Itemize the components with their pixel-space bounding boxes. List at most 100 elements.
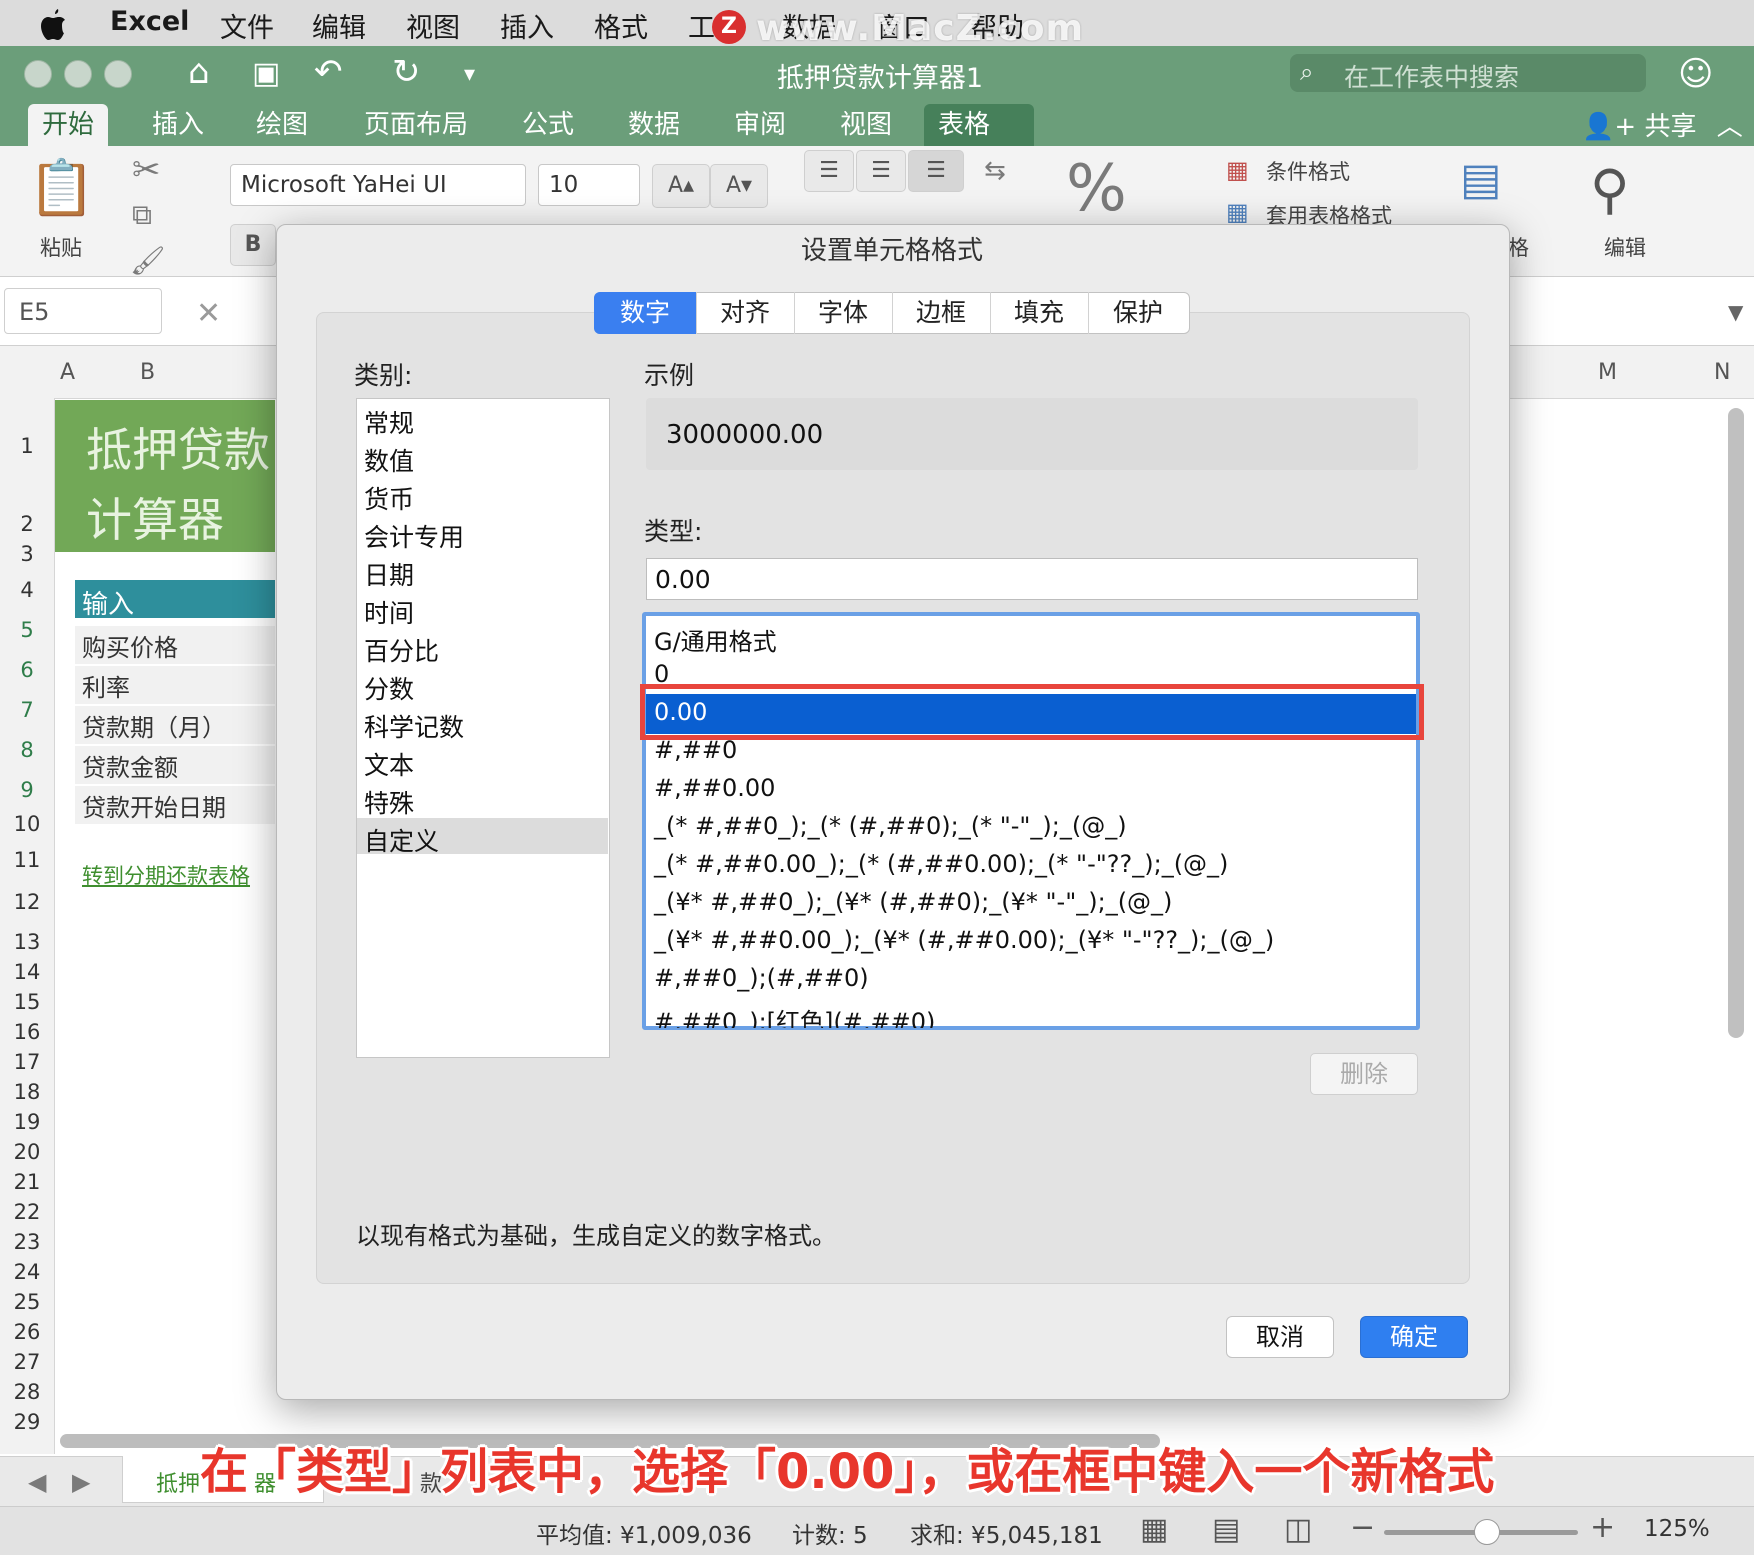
redo-icon[interactable]: ↻ xyxy=(392,52,421,92)
normal-view-icon[interactable]: ▦ xyxy=(1140,1512,1168,1547)
row-header[interactable]: 17 xyxy=(0,1050,54,1074)
amortization-link[interactable]: 转到分期还款表格 xyxy=(82,860,250,890)
undo-icon[interactable]: ↶ xyxy=(314,52,343,92)
row-header[interactable]: 6 xyxy=(0,658,54,682)
delete-button[interactable]: 删除 xyxy=(1310,1053,1418,1095)
feedback-smiley-icon[interactable]: ☺ xyxy=(1678,54,1713,94)
tab-insert[interactable]: 插入 xyxy=(138,104,218,146)
category-item[interactable]: 日期 xyxy=(364,556,414,592)
menu-file[interactable]: 文件 xyxy=(220,6,274,45)
row-header[interactable]: 27 xyxy=(0,1350,54,1374)
row-header[interactable]: 28 xyxy=(0,1380,54,1404)
format-item[interactable]: #,##0.00 xyxy=(654,774,775,802)
tab-table[interactable]: 表格 xyxy=(924,104,1034,146)
align-middle-button[interactable]: ☰ xyxy=(856,150,906,192)
bold-button[interactable]: B xyxy=(230,224,276,266)
zoom-out-icon[interactable]: − xyxy=(1350,1510,1375,1545)
collapse-ribbon-icon[interactable]: ︿ xyxy=(1717,112,1743,142)
conditional-format-icon[interactable]: ▦ xyxy=(1226,156,1249,184)
copy-icon[interactable]: ⧉ xyxy=(132,198,152,232)
format-item[interactable]: _(¥* #,##0.00_);_(¥* (#,##0.00);_(¥* "-"… xyxy=(654,926,1274,954)
category-item[interactable]: 特殊 xyxy=(364,784,414,820)
row-header[interactable]: 18 xyxy=(0,1080,54,1104)
cut-icon[interactable]: ✂ xyxy=(132,150,161,190)
column-header-n[interactable]: N xyxy=(1714,360,1730,385)
category-item[interactable]: 科学记数 xyxy=(364,708,464,744)
font-size-select[interactable]: 10 xyxy=(538,164,640,206)
paste-icon[interactable]: 📋 xyxy=(28,156,95,220)
table-format-icon[interactable]: ▦ xyxy=(1226,198,1249,226)
row-header[interactable]: 1 xyxy=(0,434,54,458)
conditional-format-label[interactable]: 条件格式 xyxy=(1266,156,1350,186)
row-header[interactable]: 22 xyxy=(0,1200,54,1224)
category-item[interactable]: 会计专用 xyxy=(364,518,464,554)
row-header[interactable]: 24 xyxy=(0,1260,54,1284)
row-header[interactable]: 14 xyxy=(0,960,54,984)
align-bottom-button[interactable]: ☰ xyxy=(908,150,964,192)
format-item[interactable]: #,##0_);[红色](#,##0) xyxy=(654,1002,935,1028)
menu-view[interactable]: 视图 xyxy=(406,6,460,45)
tab-draw[interactable]: 绘图 xyxy=(242,104,322,146)
category-item[interactable]: 数值 xyxy=(364,442,414,478)
expand-formula-icon[interactable]: ▼ xyxy=(1728,300,1743,324)
tab-border[interactable]: 边框 xyxy=(892,292,991,334)
row-header[interactable]: 26 xyxy=(0,1320,54,1344)
wrap-text-icon[interactable]: ⇆ xyxy=(984,156,1006,186)
row-header[interactable]: 8 xyxy=(0,738,54,762)
row-header[interactable]: 3 xyxy=(0,542,54,566)
find-magnifier-icon[interactable]: ⚲ xyxy=(1590,158,1630,221)
row-header[interactable]: 15 xyxy=(0,990,54,1014)
ok-button[interactable]: 确定 xyxy=(1360,1316,1468,1358)
column-header-b[interactable]: B xyxy=(140,360,155,385)
prev-sheet-icon[interactable]: ◀ xyxy=(28,1468,46,1496)
menu-format[interactable]: 格式 xyxy=(594,6,648,45)
tab-protection[interactable]: 保护 xyxy=(1088,292,1188,334)
percent-icon[interactable]: % xyxy=(1066,152,1127,226)
tab-number[interactable]: 数字 xyxy=(594,292,697,334)
row-header[interactable]: 20 xyxy=(0,1140,54,1164)
menu-edit[interactable]: 编辑 xyxy=(312,6,366,45)
tab-fill[interactable]: 填充 xyxy=(990,292,1089,334)
page-layout-view-icon[interactable]: ▤ xyxy=(1212,1512,1240,1547)
align-top-button[interactable]: ☰ xyxy=(804,150,854,192)
minimize-window-button[interactable] xyxy=(64,60,92,88)
tab-review[interactable]: 审阅 xyxy=(720,104,800,146)
save-icon[interactable]: ▣ xyxy=(252,56,280,91)
category-item[interactable]: 时间 xyxy=(364,594,414,630)
column-header-a[interactable]: A xyxy=(60,360,75,385)
format-item[interactable]: _(* #,##0_);_(* (#,##0);_(* "-"_);_(@_) xyxy=(654,812,1127,840)
format-item[interactable]: _(* #,##0.00_);_(* (#,##0.00);_(* "-"??_… xyxy=(654,850,1228,878)
category-item[interactable]: 文本 xyxy=(364,746,414,782)
tab-alignment[interactable]: 对齐 xyxy=(696,292,795,334)
font-name-select[interactable]: Microsoft YaHei UI xyxy=(230,164,526,206)
name-box[interactable]: E5 xyxy=(4,288,162,334)
tab-page-layout[interactable]: 页面布局 xyxy=(350,104,482,146)
home-icon[interactable]: ⌂ xyxy=(188,52,210,92)
type-input[interactable]: 0.00 xyxy=(646,558,1418,600)
category-item[interactable]: 货币 xyxy=(364,480,414,516)
cancel-button[interactable]: 取消 xyxy=(1226,1316,1334,1358)
menu-insert[interactable]: 插入 xyxy=(500,6,554,45)
format-item[interactable]: #,##0 xyxy=(654,736,737,764)
category-item[interactable]: 自定义 xyxy=(364,822,439,858)
row-header[interactable]: 12 xyxy=(0,890,54,914)
customize-toolbar-icon[interactable]: ▾ xyxy=(464,62,475,87)
apple-icon[interactable] xyxy=(38,7,68,41)
tab-home[interactable]: 开始 xyxy=(28,104,109,146)
row-header[interactable]: 11 xyxy=(0,848,54,872)
row-header[interactable]: 10 xyxy=(0,812,54,836)
row-header[interactable]: 2 xyxy=(0,512,54,536)
row-header[interactable]: 25 xyxy=(0,1290,54,1314)
format-item[interactable]: _(¥* #,##0_);_(¥* (#,##0);_(¥* "-"_);_(@… xyxy=(654,888,1172,916)
zoom-in-icon[interactable]: + xyxy=(1590,1510,1615,1545)
category-item[interactable]: 百分比 xyxy=(364,632,439,668)
row-header[interactable]: 13 xyxy=(0,930,54,954)
format-item[interactable]: #,##0_);(#,##0) xyxy=(654,964,869,992)
format-painter-icon[interactable]: 🖌 xyxy=(130,244,166,277)
row-header[interactable]: 7 xyxy=(0,698,54,722)
category-item[interactable]: 常规 xyxy=(364,404,414,440)
row-header[interactable]: 21 xyxy=(0,1170,54,1194)
row-header[interactable]: 29 xyxy=(0,1410,54,1434)
row-header[interactable]: 19 xyxy=(0,1110,54,1134)
tab-font[interactable]: 字体 xyxy=(794,292,893,334)
